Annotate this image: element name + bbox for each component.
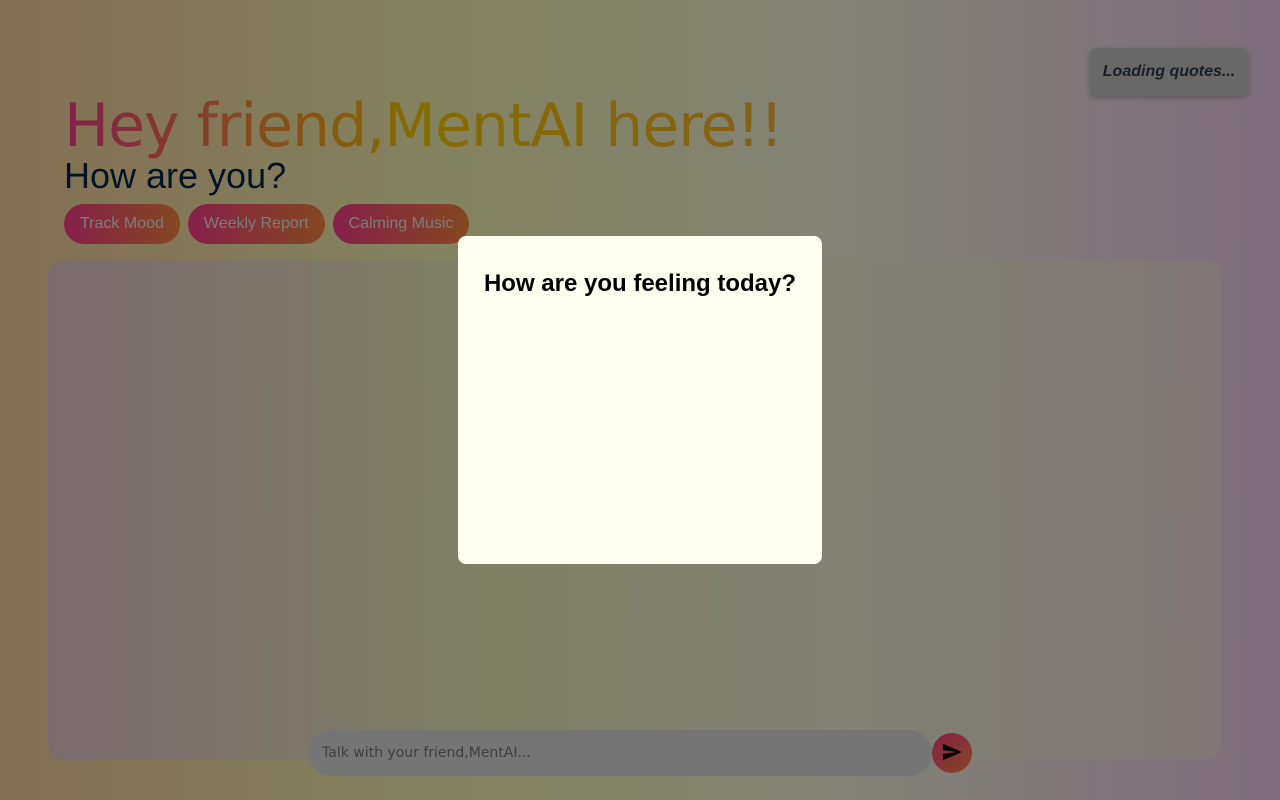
- mood-dialog: How are you feeling today?: [458, 236, 822, 564]
- mood-dialog-title: How are you feeling today?: [483, 270, 797, 297]
